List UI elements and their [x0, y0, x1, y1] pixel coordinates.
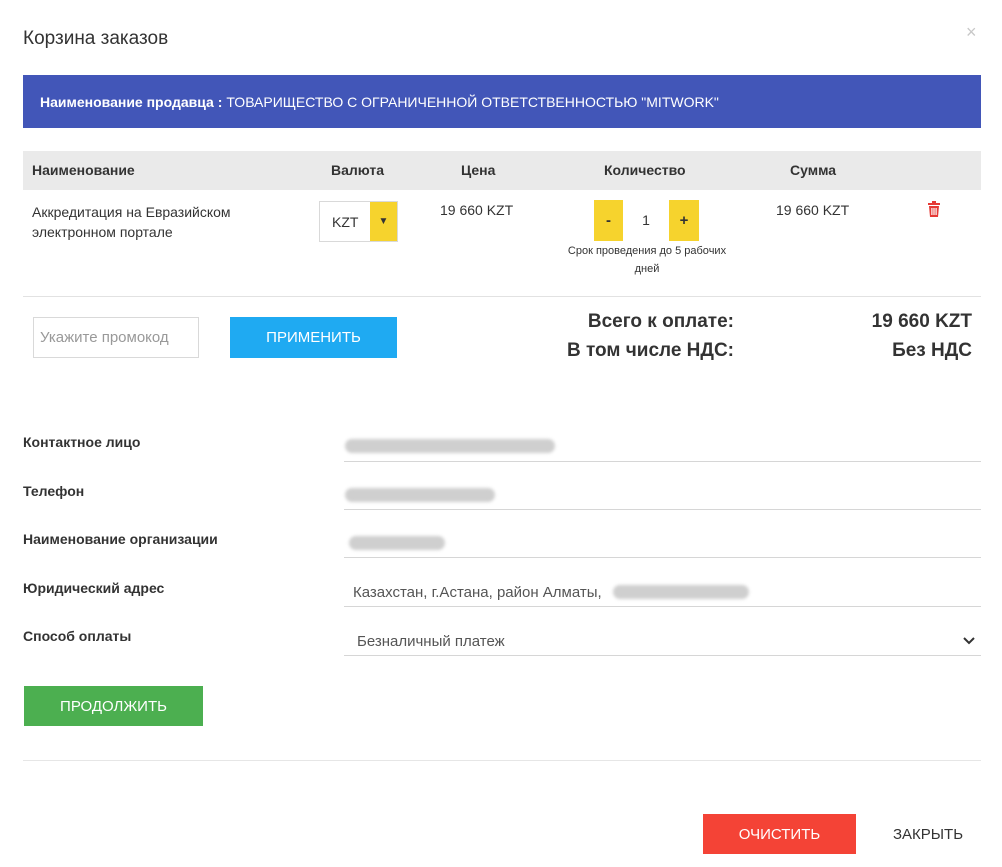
organization-underline — [344, 557, 981, 558]
header-price: Цена — [461, 162, 496, 178]
seller-label: Наименование продавца : — [40, 93, 223, 110]
quantity-value[interactable]: 1 — [623, 200, 669, 241]
header-quantity: Количество — [604, 162, 686, 178]
currency-select[interactable]: KZT ▼ — [319, 201, 398, 242]
quantity-increase-button[interactable]: + — [669, 200, 699, 241]
header-currency: Валюта — [331, 162, 385, 178]
chevron-down-icon[interactable] — [961, 632, 977, 648]
caret-down-icon[interactable]: ▼ — [370, 202, 397, 241]
contact-underline — [344, 461, 981, 462]
seller-name: ТОВАРИЩЕСТВО С ОГРАНИЧЕННОЙ ОТВЕТСТВЕННО… — [226, 93, 719, 110]
trash-icon[interactable] — [927, 201, 941, 217]
continue-button[interactable]: ПРОДОЛЖИТЬ — [24, 686, 203, 726]
close-icon[interactable]: × — [966, 22, 977, 42]
footer-divider — [23, 760, 981, 761]
redacted-value — [613, 585, 749, 599]
phone-underline — [344, 509, 981, 510]
address-label: Юридический адрес — [23, 580, 165, 596]
contact-label: Контактное лицо — [23, 434, 141, 450]
payment-value: Безналичный платеж — [357, 633, 505, 650]
item-name: Аккредитация на Евразийском электронном … — [32, 204, 231, 240]
organization-label: Наименование организации — [23, 531, 218, 547]
quantity-decrease-button[interactable]: - — [594, 200, 623, 241]
header-name: Наименование — [32, 162, 135, 178]
phone-label: Телефон — [23, 483, 85, 499]
table-row: Аккредитация на Евразийском электронном … — [23, 190, 981, 297]
duration-note: Срок проведения до 5 рабочих дней — [567, 245, 727, 275]
header-sum: Сумма — [790, 162, 837, 178]
vat-label: В том числе НДС: — [567, 340, 734, 361]
modal-title: Корзина заказов — [23, 28, 169, 49]
redacted-value — [349, 536, 445, 550]
item-price: 19 660 KZT — [440, 202, 514, 218]
seller-banner: Наименование продавца : ТОВАРИЩЕСТВО С О… — [23, 75, 981, 128]
item-sum: 19 660 KZT — [776, 202, 850, 218]
address-underline — [344, 606, 981, 607]
apply-promo-button[interactable]: ПРИМЕНИТЬ — [230, 317, 397, 358]
total-label: Всего к оплате: — [587, 311, 734, 332]
close-button[interactable]: ЗАКРЫТЬ — [880, 814, 976, 854]
redacted-value — [345, 488, 495, 502]
redacted-value — [345, 439, 555, 453]
clear-button[interactable]: ОЧИСТИТЬ — [703, 814, 856, 854]
vat-value: Без НДС — [892, 340, 972, 361]
table-header: Наименование Валюта Цена Количество Сумм… — [23, 151, 981, 190]
payment-underline — [344, 655, 981, 656]
total-value: 19 660 KZT — [871, 311, 972, 332]
payment-label: Способ оплаты — [23, 628, 132, 644]
address-value: Казахстан, г.Астана, район Алматы, — [353, 584, 602, 601]
promo-code-input[interactable] — [33, 317, 199, 358]
currency-value: KZT — [332, 214, 359, 230]
